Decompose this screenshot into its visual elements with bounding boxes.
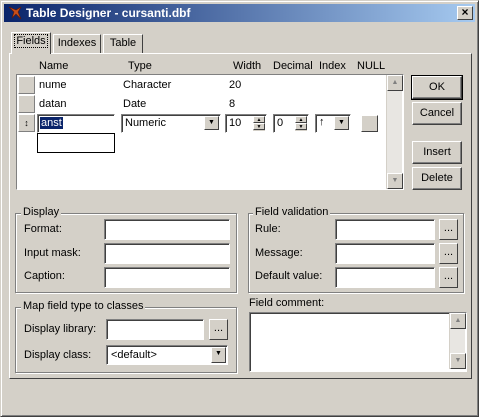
chevron-down-icon[interactable]: ▼ <box>334 116 349 130</box>
rule-builder-button[interactable]: ... <box>439 219 458 240</box>
app-fox-icon <box>8 6 22 20</box>
scroll-up-icon[interactable]: ▲ <box>450 313 466 329</box>
ellipsis-icon: ... <box>443 270 454 282</box>
row-selector[interactable] <box>18 95 35 113</box>
ellipsis-icon: ... <box>213 322 224 334</box>
table-designer-window: Table Designer - cursanti.dbf × Fields I… <box>0 0 479 417</box>
ellipsis-icon: ... <box>443 222 454 234</box>
tab-indexes[interactable]: Indexes <box>53 34 101 54</box>
insert-button-label: Insert <box>423 146 451 158</box>
ok-button-label: OK <box>429 81 445 93</box>
display-class-select[interactable]: <default> ▼ <box>106 345 228 365</box>
caption-input[interactable] <box>104 267 230 288</box>
scroll-down-icon[interactable]: ▼ <box>387 173 403 189</box>
spin-up-icon[interactable]: ▲ <box>253 116 265 123</box>
scroll-up-icon[interactable]: ▲ <box>387 75 403 91</box>
ok-button[interactable]: OK <box>411 75 463 100</box>
display-library-input[interactable] <box>106 319 204 340</box>
field-name-cell[interactable]: datan <box>39 98 67 110</box>
field-width-cell[interactable]: 8 <box>229 98 235 110</box>
fields-grid[interactable]: nume Character 20 datan Date 8 ↕ anst Nu… <box>16 74 404 190</box>
input-mask-label: Input mask: <box>24 247 81 259</box>
field-name-dropdown[interactable] <box>37 133 115 153</box>
field-type-select[interactable]: Numeric ▼ <box>121 114 221 133</box>
field-name-cell[interactable]: nume <box>39 79 67 91</box>
grid-scrollbar[interactable]: ▲ ▼ <box>386 75 403 189</box>
rule-input[interactable] <box>335 219 435 240</box>
map-field-title: Map field type to classes <box>21 300 146 312</box>
title-bar[interactable]: Table Designer - cursanti.dbf × <box>4 4 475 22</box>
index-select[interactable]: ↑ ▼ <box>315 114 351 133</box>
delete-button-label: Delete <box>421 172 453 184</box>
col-header-width: Width <box>233 60 262 72</box>
spin-down-icon[interactable]: ▼ <box>295 123 307 130</box>
message-input[interactable] <box>335 243 435 264</box>
null-toggle-button[interactable] <box>361 115 378 132</box>
message-builder-button[interactable]: ... <box>439 243 458 264</box>
chevron-down-icon[interactable]: ▼ <box>211 347 226 363</box>
chevron-down-icon[interactable]: ▼ <box>204 116 219 130</box>
close-icon: × <box>461 5 469 19</box>
row-selector[interactable] <box>18 76 35 94</box>
decimal-spinner[interactable]: 0 ▲ ▼ <box>273 114 309 133</box>
decimal-spin-buttons[interactable]: ▲ ▼ <box>295 116 307 131</box>
display-library-builder-button[interactable]: ... <box>209 319 228 340</box>
col-header-null: NULL <box>357 60 386 72</box>
caption-label: Caption: <box>24 270 65 282</box>
field-comment-label: Field comment: <box>249 297 325 309</box>
rule-label: Rule: <box>255 223 281 235</box>
delete-button[interactable]: Delete <box>412 167 462 190</box>
input-mask-input[interactable] <box>104 243 230 264</box>
field-type-cell[interactable]: Character <box>123 79 171 91</box>
field-name-input[interactable]: anst <box>37 114 115 133</box>
row-move-handle[interactable]: ↕ <box>18 114 35 132</box>
col-header-index: Index <box>319 60 346 72</box>
default-value-label: Default value: <box>255 270 323 282</box>
decimal-spinner-value: 0 <box>277 117 284 129</box>
spin-up-icon[interactable]: ▲ <box>295 116 307 123</box>
tab-fields-label: Fields <box>14 34 48 48</box>
display-class-value: <default> <box>111 349 157 361</box>
field-comment-textarea[interactable]: ▲ ▼ <box>249 312 467 372</box>
tab-table[interactable]: Table <box>103 34 143 54</box>
sort-ascending-icon: ↑ <box>319 116 325 128</box>
move-arrows-icon: ↕ <box>24 118 29 128</box>
col-header-name: Name <box>39 60 69 72</box>
width-spinner-value: 10 <box>229 117 242 129</box>
col-header-decimal: Decimal <box>273 60 313 72</box>
close-button[interactable]: × <box>457 6 473 20</box>
cancel-button-label: Cancel <box>419 107 455 119</box>
cancel-button[interactable]: Cancel <box>412 102 462 125</box>
message-label: Message: <box>255 247 303 259</box>
insert-button[interactable]: Insert <box>412 141 462 164</box>
tab-fields[interactable]: Fields <box>11 32 51 54</box>
ellipsis-icon: ... <box>443 246 454 258</box>
tab-table-label: Table <box>109 37 137 49</box>
comment-scrollbar[interactable]: ▲ ▼ <box>449 313 466 369</box>
format-input[interactable] <box>104 219 230 240</box>
default-value-builder-button[interactable]: ... <box>439 267 458 288</box>
width-spinner[interactable]: 10 ▲ ▼ <box>225 114 267 133</box>
display-library-label: Display library: <box>24 323 97 335</box>
format-label: Format: <box>24 223 62 235</box>
field-type-cell[interactable]: Date <box>123 98 146 110</box>
scroll-down-icon[interactable]: ▼ <box>450 353 466 369</box>
field-width-cell[interactable]: 20 <box>229 79 241 91</box>
field-name-input-value: anst <box>40 117 63 129</box>
display-group-title: Display <box>21 206 62 218</box>
default-value-input[interactable] <box>335 267 435 288</box>
col-header-type: Type <box>128 60 152 72</box>
display-class-label: Display class: <box>24 349 92 361</box>
window-title: Table Designer - cursanti.dbf <box>26 6 191 20</box>
tab-indexes-label: Indexes <box>57 37 97 49</box>
spin-down-icon[interactable]: ▼ <box>253 123 265 130</box>
field-validation-title: Field validation <box>253 206 331 218</box>
field-type-select-value: Numeric <box>125 117 166 129</box>
width-spin-buttons[interactable]: ▲ ▼ <box>253 116 265 131</box>
